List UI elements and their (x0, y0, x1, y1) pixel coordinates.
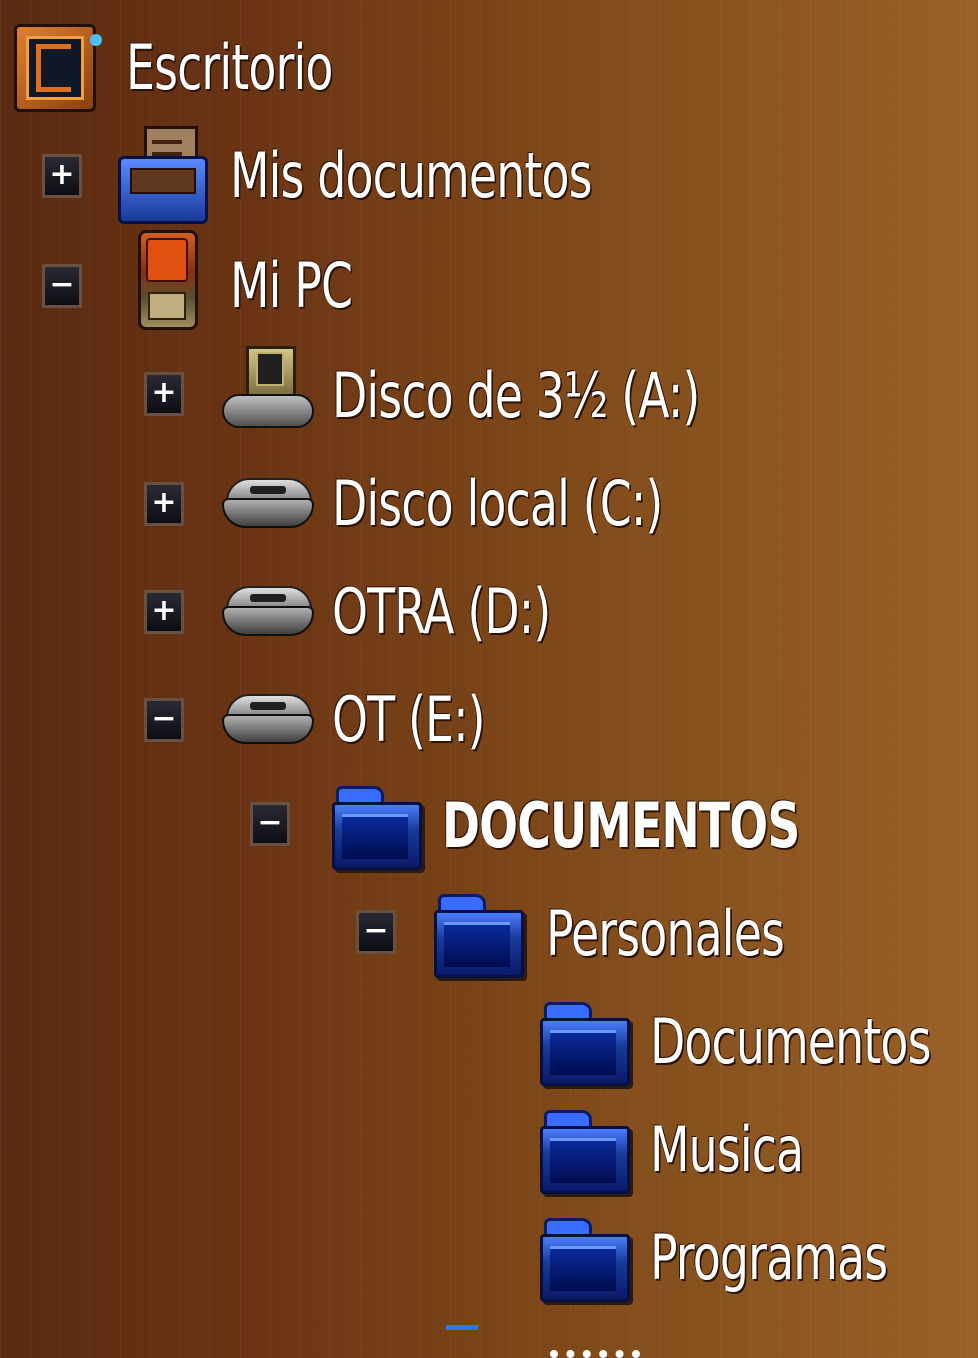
tree-item-disco-d[interactable]: + OTRA (D:) (0, 562, 900, 662)
tree-item-escritorio[interactable]: Escritorio (0, 18, 400, 118)
hard-drive-icon (222, 474, 314, 536)
tree-item-musica[interactable]: Musica (0, 1100, 978, 1200)
folder-icon (446, 1325, 478, 1330)
tree-item-programas[interactable]: Programas (0, 1208, 978, 1308)
tree-item-label: Programas (650, 1221, 888, 1294)
tree-item-label: Disco local (C:) (332, 467, 663, 540)
tree-item-label: Personales (546, 897, 785, 970)
tree-item-personales[interactable]: − Personales (0, 884, 978, 984)
tree-item-label: Documentos (650, 1005, 931, 1078)
folder-tree: Escritorio + Mis documentos − Mi PC + Di… (0, 0, 978, 1358)
tree-item-disco-e[interactable]: − OT (E:) (0, 670, 900, 770)
tree-item-label: Escritorio (126, 31, 333, 104)
tree-item-documentos-sub[interactable]: Documentos (0, 992, 978, 1092)
folder-icon (540, 1110, 630, 1194)
floppy-drive-icon (222, 346, 314, 432)
collapse-toggle[interactable]: − (42, 264, 82, 308)
desktop-icon (14, 24, 102, 112)
computer-icon (132, 230, 198, 330)
tree-item-label: OTRA (D:) (332, 575, 551, 648)
tree-item-partial (0, 1320, 978, 1358)
folder-icon (540, 1002, 630, 1086)
hard-drive-icon (222, 582, 314, 644)
expand-toggle[interactable]: + (42, 154, 82, 198)
tree-item-label: Musica (650, 1113, 804, 1186)
folder-icon (540, 1218, 630, 1302)
tree-item-disco-c[interactable]: + Disco local (C:) (0, 454, 900, 554)
tree-item-mi-pc[interactable]: − Mi PC (0, 230, 500, 336)
tree-item-label: OT (E:) (332, 683, 486, 756)
collapse-toggle[interactable]: − (144, 698, 184, 742)
expand-toggle[interactable]: + (144, 482, 184, 526)
tree-item-label: DOCUMENTOS (442, 789, 800, 862)
tree-item-label: Disco de 3½ (A:) (332, 359, 700, 432)
truncated-label (550, 1350, 640, 1358)
expand-toggle[interactable]: + (144, 590, 184, 634)
tree-item-label: Mi PC (230, 249, 353, 322)
folder-icon (434, 894, 524, 978)
tree-item-label: Mis documentos (230, 139, 592, 212)
my-documents-icon (118, 126, 210, 224)
tree-item-documentos[interactable]: − DOCUMENTOS (0, 776, 978, 876)
tree-item-mis-documentos[interactable]: + Mis documentos (0, 126, 700, 226)
hard-drive-icon (222, 690, 314, 752)
collapse-toggle[interactable]: − (356, 910, 396, 954)
collapse-toggle[interactable]: − (250, 802, 290, 846)
folder-icon (332, 786, 422, 870)
tree-item-disco-a[interactable]: + Disco de 3½ (A:) (0, 346, 900, 446)
expand-toggle[interactable]: + (144, 372, 184, 416)
